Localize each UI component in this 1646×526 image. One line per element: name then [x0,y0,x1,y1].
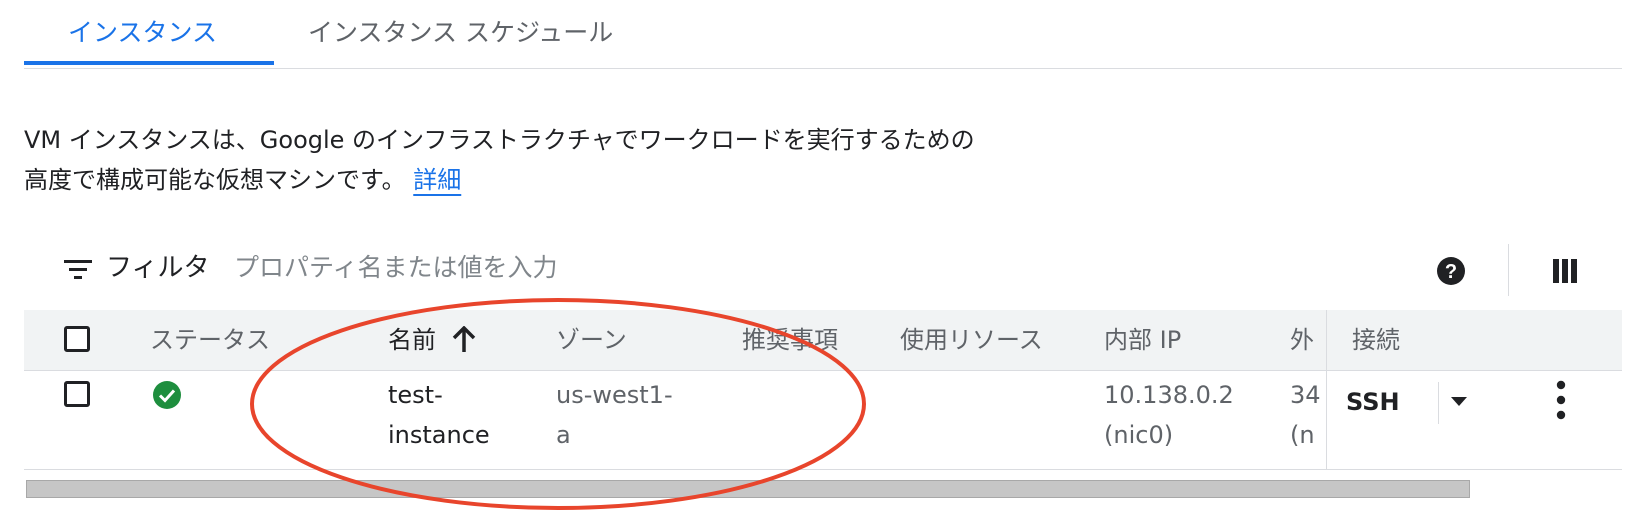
more-vert-icon[interactable] [1554,380,1568,420]
zone-line-2: a [556,421,571,449]
external-ip-line-1: 34 [1290,381,1321,409]
ssh-button[interactable]: SSH [1346,378,1400,426]
instance-name-line-1: test- [388,381,443,409]
ssh-button-divider [1438,382,1439,424]
column-header-connect: 接続 [1352,326,1400,354]
tabs-divider [24,68,1622,69]
tab-instances[interactable]: インスタンス [68,8,217,58]
zone-line-1: us-west1- [556,381,673,409]
column-header-zone[interactable]: ゾーン [556,322,627,358]
svg-text:?: ? [1445,261,1457,283]
tab-instance-schedules[interactable]: インスタンス スケジュール [308,8,613,58]
arrow-up-icon[interactable] [452,326,476,354]
column-header-external-ip[interactable]: 外 [1290,322,1314,358]
internal-ip-line-1: 10.138.0.2 [1104,381,1234,409]
chevron-down-icon[interactable] [1446,388,1472,414]
active-tab-indicator [24,61,274,65]
filter-label: フィルタ [106,253,210,283]
row-select-checkbox[interactable] [64,381,90,407]
internal-ip-cell: 10.138.0.2 (nic0) [1104,375,1234,455]
column-display-icon[interactable] [1552,258,1578,284]
description-line-2-text: 高度で構成可能な仮想マシンです。 [24,166,406,194]
check-circle-icon [153,381,181,409]
horizontal-scrollbar-thumb[interactable] [26,480,1470,498]
internal-ip-line-2: (nic0) [1104,421,1174,449]
column-header-in-use-by[interactable]: 使用リソース [900,322,1043,358]
column-header-recommendations[interactable]: 推奨事項 [742,322,838,358]
select-all-checkbox[interactable] [64,326,90,352]
sticky-column-divider [1326,310,1327,470]
filter-input[interactable] [234,246,1354,288]
column-header-status[interactable]: ステータス [150,322,270,358]
instance-name-line-2: instance [388,421,490,449]
filter-list-icon[interactable] [64,258,92,282]
toolbar-divider [1508,244,1509,296]
help-icon[interactable]: ? [1436,256,1466,286]
column-header-internal-ip[interactable]: 内部 IP [1104,322,1181,358]
instance-name-cell[interactable]: test- instance [388,375,490,455]
page-description: VM インスタンスは、Google のインフラストラクチャでワークロードを実行す… [24,120,975,200]
learn-more-link[interactable]: 詳細 [413,166,461,194]
description-line-2: 高度で構成可能な仮想マシンです。 詳細 [24,160,975,200]
column-header-name[interactable]: 名前 [388,322,436,358]
zone-cell: us-west1- a [556,375,673,455]
description-line-1: VM インスタンスは、Google のインフラストラクチャでワークロードを実行す… [24,126,975,154]
external-ip-cell: 34 (n [1290,375,1321,455]
external-ip-line-2: (n [1290,421,1315,449]
